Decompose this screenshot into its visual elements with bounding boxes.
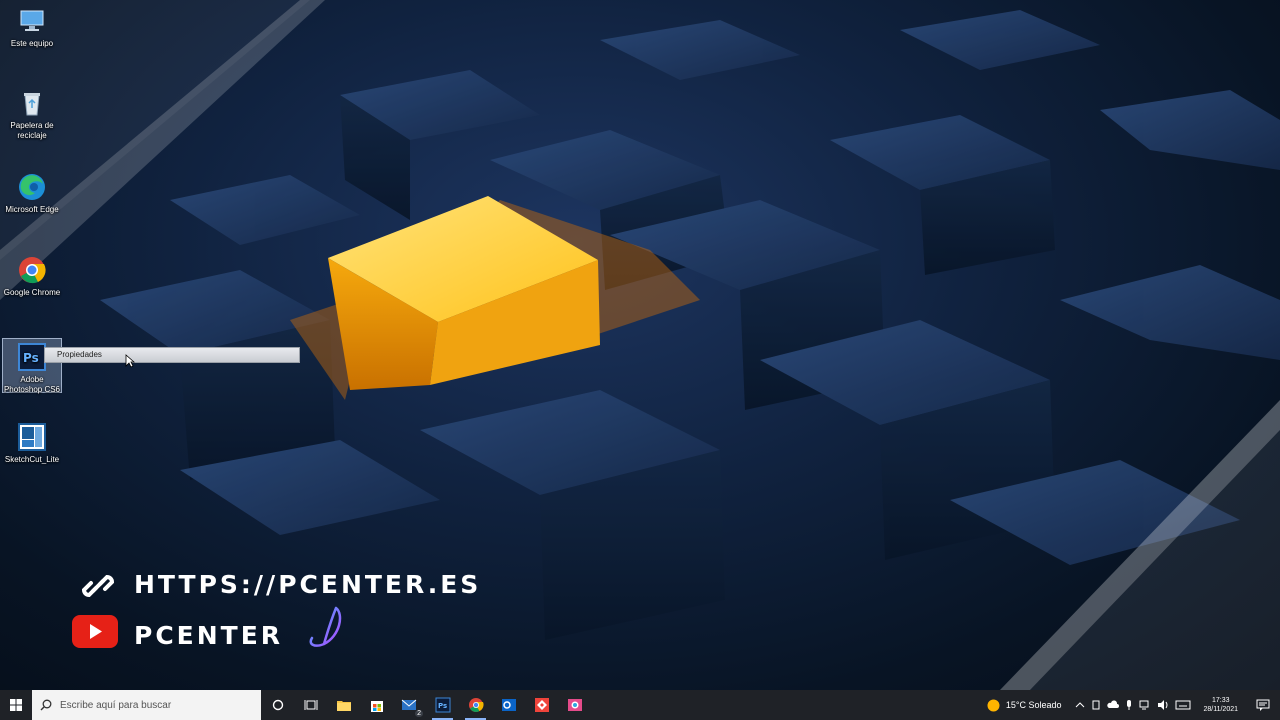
task-view-icon [304, 700, 317, 710]
volume-icon[interactable] [1157, 700, 1169, 710]
photoshop-icon: Ps [17, 342, 47, 372]
network-icon[interactable] [1139, 700, 1151, 710]
taskbar-paint-button[interactable] [558, 690, 591, 720]
taskbar-photoshop-button[interactable]: Ps [426, 690, 459, 720]
taskbar-search-box[interactable]: Escribe aquí para buscar [32, 690, 261, 720]
desktop-icon-label: Google Chrome [3, 288, 61, 297]
file-explorer-icon [336, 701, 351, 711]
start-button[interactable] [0, 690, 32, 720]
desktop-icon-label: SketchCut_Lite [4, 455, 60, 464]
desktop-icon-label: Microsoft Edge [5, 205, 59, 214]
link-icon [80, 568, 116, 604]
network-share-icon[interactable] [1091, 700, 1101, 710]
desktop-icon-sketchcut[interactable]: SketchCut_Lite [2, 422, 62, 465]
desktop-icon-label: Adobe Photoshop CS6 [3, 375, 61, 394]
anydesk-icon [534, 698, 549, 712]
store-button[interactable] [360, 690, 393, 720]
task-view-button[interactable] [294, 690, 327, 720]
computer-icon [17, 6, 47, 36]
rename-box[interactable]: Propiedades [44, 347, 300, 363]
desktop-icon-edge[interactable]: Microsoft Edge [2, 172, 62, 215]
chrome-icon [17, 255, 47, 285]
clock-time: 17:33 [1211, 697, 1230, 704]
edge-icon [17, 172, 47, 202]
photoshop-icon: Ps [435, 697, 450, 713]
mail-button[interactable]: 2 [393, 690, 426, 720]
desktop-icon-label: Papelera de reciclaje [10, 121, 54, 140]
weather-text[interactable]: 15°C Soleado [1006, 700, 1062, 710]
mail-badge: 2 [415, 710, 423, 717]
taskbar-outlook-button[interactable] [492, 690, 525, 720]
clock-date: 28/11/2021 [1203, 706, 1238, 713]
recycle-bin-icon [17, 88, 47, 118]
desktop-icon-papelera[interactable]: Papelera de reciclaje [2, 88, 62, 141]
desktop-icon-chrome[interactable]: Google Chrome [2, 255, 62, 298]
cortana-button[interactable] [261, 690, 294, 720]
chrome-icon [468, 698, 484, 712]
outlook-icon [501, 699, 516, 711]
website-url[interactable]: HTTPS://PCENTER.ES [134, 570, 481, 599]
cortana-icon [272, 699, 283, 711]
pcenter-logo-icon [309, 606, 342, 647]
taskbar-chrome-button[interactable] [459, 690, 492, 720]
taskbar-anydesk-button[interactable] [525, 690, 558, 720]
channel-name: PCENTER [134, 621, 284, 650]
chevron-up-icon[interactable] [1075, 701, 1085, 709]
mouse-cursor-icon [125, 354, 135, 368]
keyboard-icon[interactable] [1175, 700, 1191, 710]
system-tray: 15°C Soleado 17:33 28/11/2021 [987, 690, 1280, 720]
search-placeholder: Escribe aquí para buscar [60, 699, 172, 711]
store-icon [370, 701, 383, 712]
paint-icon [567, 699, 582, 711]
microphone-icon[interactable] [1125, 699, 1133, 711]
onedrive-cloud-icon[interactable] [1107, 700, 1120, 710]
windows-logo-icon [10, 699, 22, 711]
youtube-icon [72, 615, 118, 648]
svg-text:Ps: Ps [23, 351, 39, 365]
weather-sun-icon [987, 699, 1000, 711]
desktop-icon-label: Este equipo [10, 39, 54, 48]
sketchcut-icon [17, 422, 47, 452]
desktop-icon-este-equipo[interactable]: Este equipo [2, 6, 62, 49]
search-icon [40, 699, 52, 711]
svg-text:Ps: Ps [438, 702, 447, 710]
taskbar-clock[interactable]: 17:33 28/11/2021 [1197, 696, 1244, 714]
taskbar: Escribe aquí para buscar 2 Ps 15°C Solea… [0, 690, 1280, 720]
file-explorer-button[interactable] [327, 690, 360, 720]
notifications-icon[interactable] [1256, 699, 1270, 711]
